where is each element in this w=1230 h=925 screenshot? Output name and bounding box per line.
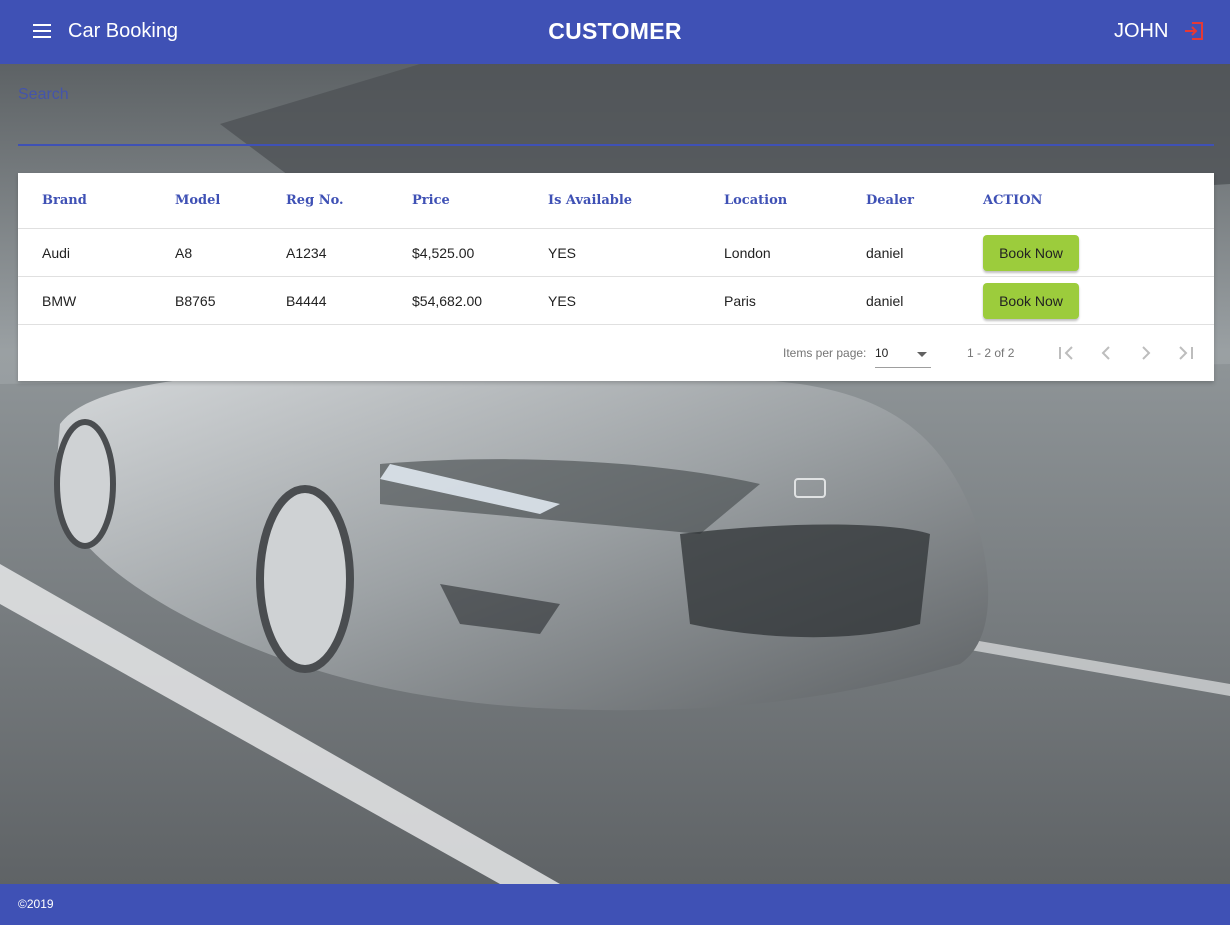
cell-price: $4,525.00	[412, 245, 475, 261]
column-header-dealer[interactable]: Dealer	[866, 193, 914, 209]
column-header-action: ACTION	[983, 193, 1043, 208]
cell-price: $54,682.00	[412, 293, 483, 309]
cell-dealer: daniel	[866, 245, 904, 261]
cell-model: A8	[175, 245, 193, 261]
paginator: Items per page: 10 1 - 2 of 2	[18, 325, 1214, 381]
cars-table-card: Brand Model Reg No. Price Is Available L…	[18, 173, 1214, 381]
items-per-page-label: Items per page:	[783, 346, 867, 360]
range-label: 1 - 2 of 2	[967, 346, 1015, 360]
items-per-page-value: 10	[875, 346, 889, 360]
search-input[interactable]	[18, 80, 1214, 110]
column-header-location[interactable]: Location	[724, 193, 787, 209]
cell-brand: Audi	[42, 245, 71, 261]
table-row: BMW B8765 B4444 $54,682.00 YES Paris dan…	[18, 277, 1214, 325]
user-name: JOHN	[1114, 20, 1169, 42]
previous-page-icon[interactable]	[1094, 341, 1118, 365]
cell-brand: BMW	[42, 293, 77, 309]
column-header-is-available[interactable]: Is Available	[548, 193, 632, 209]
dropdown-arrow-icon	[917, 352, 927, 357]
search-underline	[18, 144, 1214, 146]
cell-reg-no: A1234	[286, 245, 327, 261]
book-now-button[interactable]: Book Now	[983, 235, 1079, 271]
cell-location: Paris	[724, 293, 756, 309]
page-title: CUSTOMER	[548, 18, 682, 44]
table-row: Audi A8 A1234 $4,525.00 YES London danie…	[18, 229, 1214, 277]
items-per-page-select[interactable]: 10	[875, 344, 931, 368]
cell-location: London	[724, 245, 771, 261]
cell-reg-no: B4444	[286, 293, 327, 309]
book-now-button[interactable]: Book Now	[983, 283, 1079, 319]
column-header-price[interactable]: Price	[412, 193, 450, 209]
table-header-row: Brand Model Reg No. Price Is Available L…	[18, 173, 1214, 229]
cell-is-available: YES	[548, 245, 577, 261]
copyright-text: ©2019	[18, 897, 54, 911]
search-field	[18, 74, 1214, 147]
first-page-icon[interactable]	[1054, 341, 1078, 365]
cell-is-available: YES	[548, 293, 577, 309]
logout-icon[interactable]	[1182, 19, 1206, 43]
top-toolbar: Car Booking CUSTOMER JOHN	[0, 0, 1230, 64]
column-header-model[interactable]: Model	[175, 193, 220, 209]
column-header-reg-no[interactable]: Reg No.	[286, 193, 344, 209]
next-page-icon[interactable]	[1134, 341, 1158, 365]
cell-dealer: daniel	[866, 293, 904, 309]
column-header-brand[interactable]: Brand	[42, 193, 87, 209]
cell-model: B8765	[175, 293, 216, 309]
last-page-icon[interactable]	[1174, 341, 1198, 365]
footer: ©2019	[0, 884, 1230, 925]
